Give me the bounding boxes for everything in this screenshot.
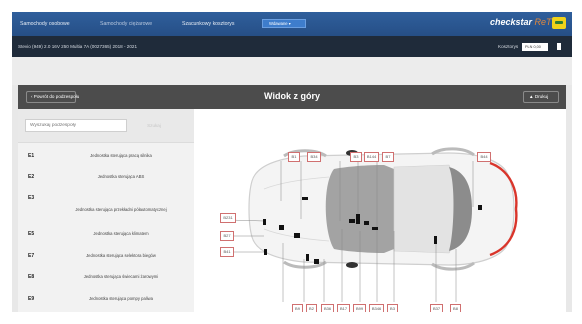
list-item[interactable]: E1 Jednostka sterująca pracą silnika — [18, 153, 194, 163]
part-name: Jednostka sterująca przekładni półautoma… — [75, 207, 167, 212]
tab-cost-estimate[interactable]: Szacunkowy kosztorys — [182, 21, 234, 27]
list-item[interactable]: E8 Jednostka sterująca świecami żarowymi — [18, 274, 194, 284]
part-code: E7 — [28, 253, 35, 259]
part-code: E3 — [28, 195, 35, 201]
tab-passenger-cars[interactable]: Samochody osobowe — [20, 21, 70, 27]
app-window: Samochody osobowe Samochody ciężarowe Sz… — [12, 12, 572, 312]
part-name: Jednostka sterująca selektora biegów — [86, 253, 156, 258]
brand-badge-icon — [552, 17, 566, 29]
diagram-label[interactable]: B7 — [382, 152, 394, 162]
part-code: E1 — [28, 153, 35, 159]
top-view-diagram: B1 B34 B3 B144 B7 B44 B231 B27 B41 B9 B2… — [194, 109, 566, 312]
document-icon[interactable] — [557, 43, 561, 50]
diagram-label[interactable]: B36 — [321, 304, 334, 312]
parts-panel: Szukaj E1 Jednostka sterująca pracą siln… — [18, 109, 194, 312]
diagram-label[interactable]: B8 — [450, 304, 461, 312]
part-name: Jednostka sterująca pompy paliwa — [88, 296, 153, 301]
diagram-label[interactable]: B41 — [220, 247, 234, 257]
diagram-label[interactable]: B231 — [220, 213, 236, 223]
search-row: Szukaj — [18, 109, 194, 143]
costs-label: Kosztorys — [498, 44, 519, 49]
search-button[interactable]: Szukaj — [134, 119, 174, 132]
diagram-label[interactable]: B37 — [430, 304, 443, 312]
diagram-label[interactable]: B17 — [337, 304, 350, 312]
part-name: Jednostka sterująca pracą silnika — [90, 153, 152, 158]
part-name: Jednostka sterująca ABS — [97, 174, 145, 179]
view-header: ‹ Powrót do podzespołu Widok z góry ▲ Dr… — [18, 85, 566, 109]
right-mirror — [346, 262, 358, 268]
diagram-label[interactable]: B3 — [350, 152, 362, 162]
cost-total-chip[interactable]: PLN 0,00 — [522, 43, 548, 51]
diagram-label[interactable]: B44 — [477, 152, 491, 162]
diagram-label[interactable]: B1 — [288, 152, 300, 162]
list-item[interactable]: E7 Jednostka sterująca selektora biegów — [18, 253, 194, 263]
page-title: Widok z góry — [264, 91, 320, 101]
spacer — [12, 57, 572, 85]
part-code: E8 — [28, 274, 35, 280]
list-item[interactable]: E5 Jednostka sterująca klimatem — [18, 231, 194, 241]
vehicle-description: Stevio (949) 2.0 16V 250 Multia 7A (0027… — [18, 44, 138, 49]
diagram-label[interactable]: B2 — [306, 304, 317, 312]
print-button[interactable]: ▲ Drukuj — [523, 91, 559, 103]
car-top-view — [229, 147, 518, 302]
diagram-label[interactable]: B99 — [353, 304, 366, 312]
list-item[interactable]: E2 Jednostka sterująca ABS — [18, 174, 194, 184]
logo-main-text: checkstar — [490, 17, 533, 27]
diagram-label[interactable]: B144 — [364, 152, 379, 162]
part-code: E5 — [28, 231, 35, 237]
vehicle-bar: Stevio (949) 2.0 16V 250 Multia 7A (0027… — [12, 36, 572, 57]
part-name: Jednostka sterująca świecami żarowymi — [83, 274, 159, 279]
part-name: Jednostka sterująca klimatem — [93, 231, 149, 236]
status-dropdown[interactable]: Wdawane ▾ — [262, 19, 306, 28]
roof — [393, 164, 456, 254]
diagram-label[interactable]: B3 — [387, 304, 398, 312]
diagram-label[interactable]: B27 — [220, 231, 234, 241]
part-code: E9 — [28, 296, 35, 302]
tab-trucks[interactable]: Samochody ciężarowe — [100, 21, 152, 27]
diagram-label[interactable]: B34 — [307, 152, 321, 162]
part-code: E2 — [28, 174, 35, 180]
top-navigation: Samochody osobowe Samochody ciężarowe Sz… — [12, 12, 572, 36]
list-item[interactable]: E9 Jednostka sterująca pompy paliwa — [18, 296, 194, 306]
checkstar-logo: checkstar ReTIS — [490, 17, 560, 31]
search-input[interactable] — [25, 119, 127, 132]
diagram-label[interactable]: B9 — [292, 304, 303, 312]
list-item[interactable]: E3 Jednostka sterująca przekładni półaut… — [18, 195, 194, 219]
diagram-label[interactable]: B346 — [369, 304, 384, 312]
